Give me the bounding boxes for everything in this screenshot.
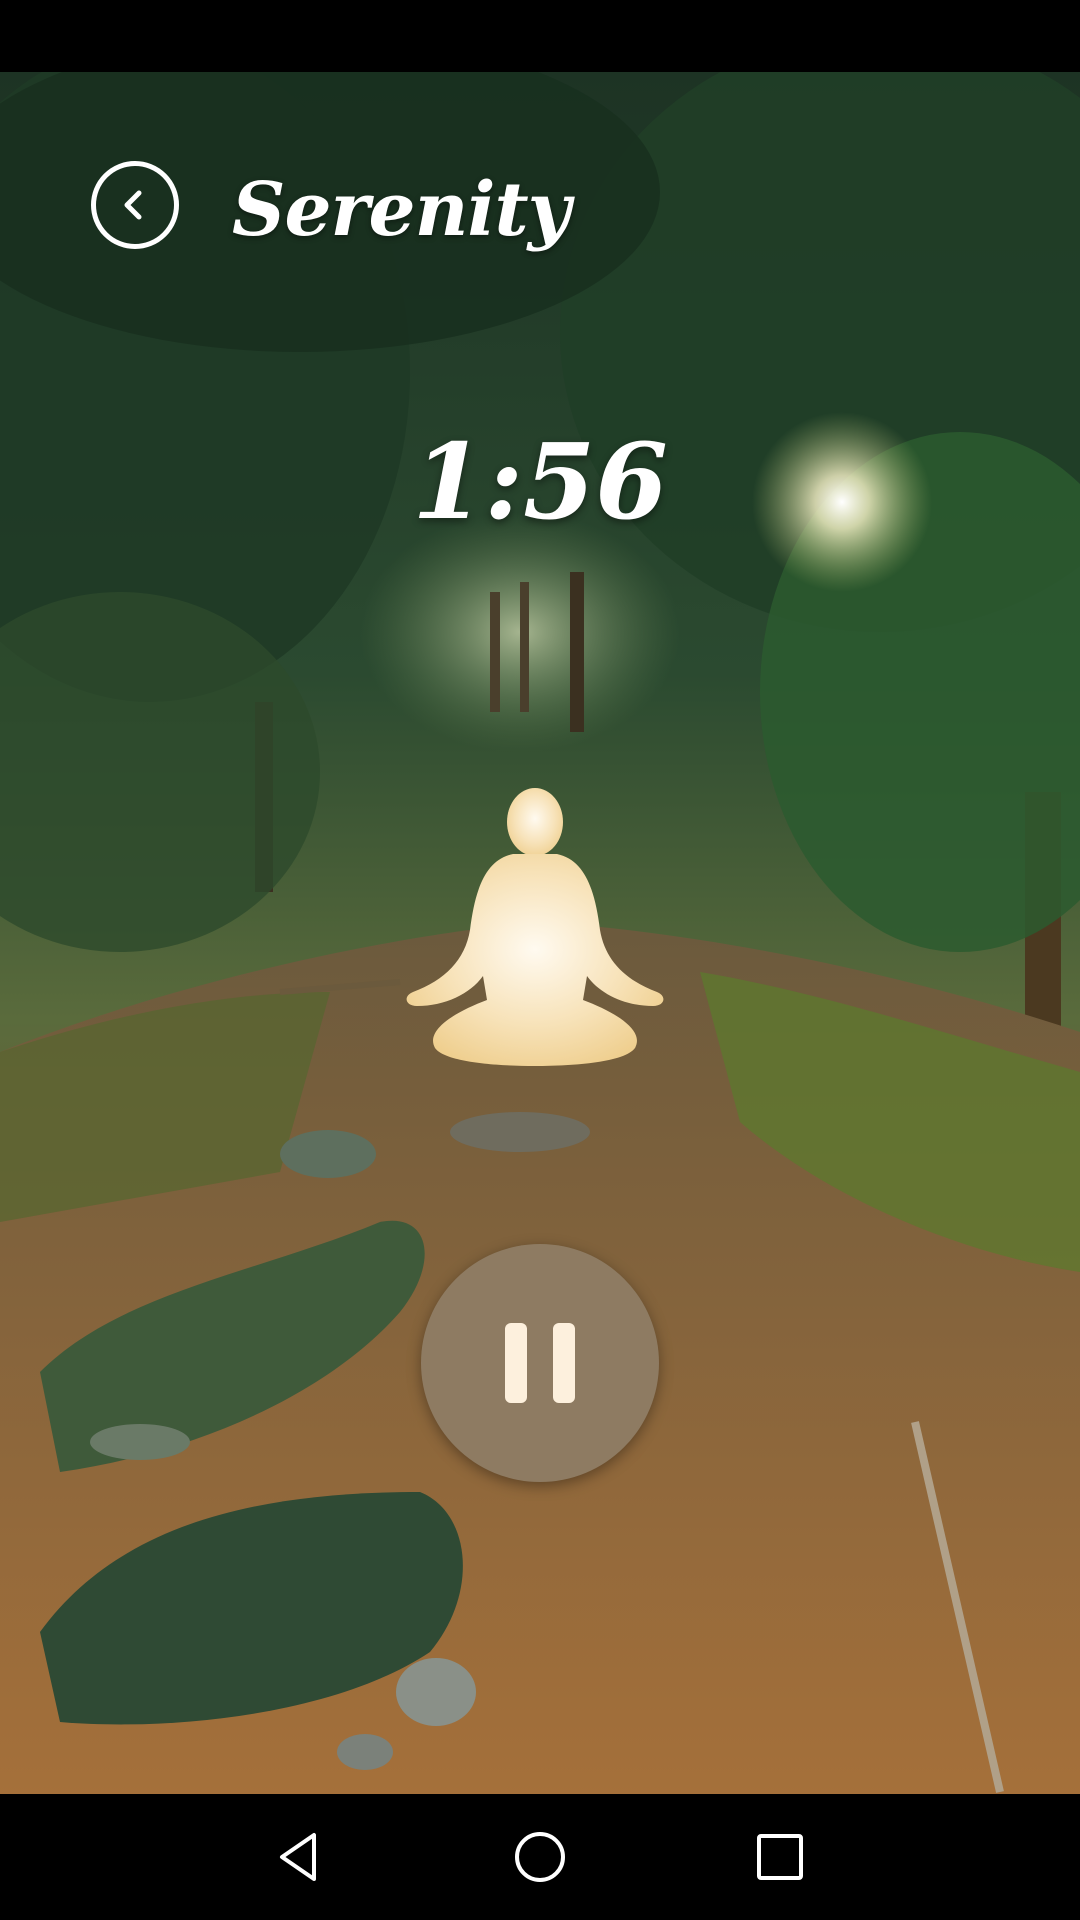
- session-timer: 1:56: [412, 420, 668, 543]
- square-recents-icon: [757, 1834, 803, 1880]
- circle-home-icon: [515, 1832, 565, 1882]
- pause-icon-right-bar: [553, 1323, 575, 1403]
- pause-button[interactable]: [421, 1244, 659, 1482]
- nav-recents-button[interactable]: [750, 1827, 810, 1887]
- nav-home-button[interactable]: [510, 1827, 570, 1887]
- system-navigation-bar: [0, 1794, 1080, 1920]
- forest-background: Serenity 1:56: [0, 72, 1080, 1794]
- chevron-left-icon: [124, 190, 142, 220]
- nav-back-button[interactable]: [270, 1827, 330, 1887]
- meditation-lotus-icon: [406, 788, 664, 1066]
- pause-icon-left-bar: [505, 1323, 527, 1403]
- status-bar: [0, 0, 1080, 72]
- back-button[interactable]: [91, 161, 179, 249]
- app-title: Serenity: [232, 167, 571, 253]
- meditation-session-screen: Serenity 1:56: [0, 0, 1080, 1920]
- triangle-back-icon: [280, 1833, 316, 1881]
